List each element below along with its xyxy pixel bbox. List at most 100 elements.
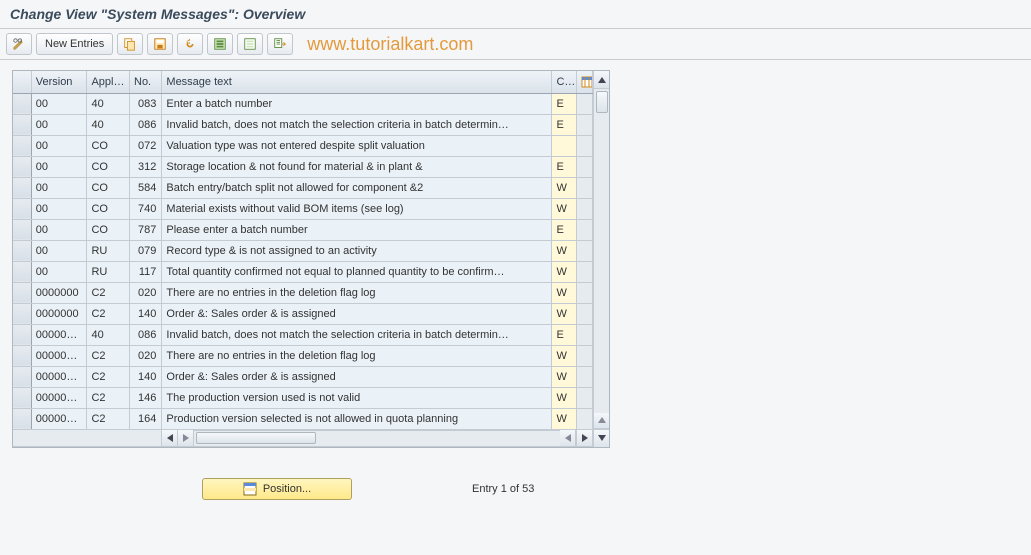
cell-message[interactable]: There are no entries in the deletion fla…: [162, 345, 552, 366]
cell-version[interactable]: 000000…: [31, 345, 87, 366]
row-selector[interactable]: [13, 303, 31, 324]
table-row[interactable]: 000000…C2164Production version selected …: [13, 408, 593, 429]
cell-cat[interactable]: W: [552, 408, 576, 429]
cell-appl[interactable]: CO: [87, 156, 130, 177]
table-row[interactable]: 0040083Enter a batch numberE: [13, 93, 593, 114]
cell-no[interactable]: 117: [130, 261, 162, 282]
cell-cat[interactable]: E: [552, 114, 576, 135]
cell-message[interactable]: Please enter a batch number: [162, 219, 552, 240]
table-row[interactable]: 00RU079Record type & is not assigned to …: [13, 240, 593, 261]
row-selector[interactable]: [13, 345, 31, 366]
toggle-edit-button[interactable]: [6, 33, 32, 55]
table-row[interactable]: 00RU117Total quantity confirmed not equa…: [13, 261, 593, 282]
cell-message[interactable]: Material exists without valid BOM items …: [162, 198, 552, 219]
table-row[interactable]: 00CO312Storage location & not found for …: [13, 156, 593, 177]
hscroll-track[interactable]: [194, 431, 560, 445]
cell-no[interactable]: 086: [130, 114, 162, 135]
row-selector[interactable]: [13, 366, 31, 387]
cell-message[interactable]: Batch entry/batch split not allowed for …: [162, 177, 552, 198]
cell-cat[interactable]: W: [552, 282, 576, 303]
table-row[interactable]: 000000…C2020There are no entries in the …: [13, 345, 593, 366]
cell-cat[interactable]: W: [552, 198, 576, 219]
cell-message[interactable]: Valuation type was not entered despite s…: [162, 135, 552, 156]
cell-no[interactable]: 140: [130, 366, 162, 387]
cell-appl[interactable]: RU: [87, 240, 130, 261]
vscroll-up-button[interactable]: [594, 71, 609, 89]
cell-version[interactable]: 00: [31, 177, 87, 198]
cell-cat[interactable]: E: [552, 156, 576, 177]
col-header-select[interactable]: [13, 71, 31, 93]
cell-no[interactable]: 072: [130, 135, 162, 156]
cell-version[interactable]: 00: [31, 93, 87, 114]
col-header-no[interactable]: No.: [130, 71, 162, 93]
cell-version[interactable]: 00: [31, 219, 87, 240]
table-row[interactable]: 00CO740Material exists without valid BOM…: [13, 198, 593, 219]
cell-cat[interactable]: E: [552, 219, 576, 240]
cell-version[interactable]: 00: [31, 156, 87, 177]
table-row[interactable]: 00CO787Please enter a batch numberE: [13, 219, 593, 240]
table-row[interactable]: 000000…C2140Order &: Sales order & is as…: [13, 366, 593, 387]
cell-no[interactable]: 079: [130, 240, 162, 261]
cell-message[interactable]: Order &: Sales order & is assigned: [162, 303, 552, 324]
cell-cat[interactable]: W: [552, 240, 576, 261]
table-row[interactable]: 00CO584Batch entry/batch split not allow…: [13, 177, 593, 198]
hscroll-left-button[interactable]: [162, 430, 178, 446]
cell-version[interactable]: 000000…: [31, 366, 87, 387]
cell-message[interactable]: Invalid batch, does not match the select…: [162, 324, 552, 345]
row-selector[interactable]: [13, 156, 31, 177]
cell-version[interactable]: 00: [31, 114, 87, 135]
row-selector[interactable]: [13, 282, 31, 303]
cell-cat[interactable]: [552, 135, 576, 156]
cell-message[interactable]: Record type & is not assigned to an acti…: [162, 240, 552, 261]
cell-no[interactable]: 140: [130, 303, 162, 324]
deselect-all-button[interactable]: [237, 33, 263, 55]
cell-message[interactable]: Invalid batch, does not match the select…: [162, 114, 552, 135]
save-button[interactable]: [147, 33, 173, 55]
output-button[interactable]: [267, 33, 293, 55]
table-row[interactable]: 0000000C2140Order &: Sales order & is as…: [13, 303, 593, 324]
hscroll-step-right-button[interactable]: [560, 430, 576, 446]
cell-no[interactable]: 740: [130, 198, 162, 219]
cell-cat[interactable]: W: [552, 366, 576, 387]
cell-appl[interactable]: CO: [87, 219, 130, 240]
col-header-version[interactable]: Version: [31, 71, 87, 93]
cell-appl[interactable]: C2: [87, 408, 130, 429]
cell-message[interactable]: Storage location & not found for materia…: [162, 156, 552, 177]
cell-version[interactable]: 000000…: [31, 387, 87, 408]
select-all-button[interactable]: [207, 33, 233, 55]
cell-cat[interactable]: W: [552, 345, 576, 366]
cell-cat[interactable]: W: [552, 303, 576, 324]
cell-no[interactable]: 787: [130, 219, 162, 240]
new-entries-button[interactable]: New Entries: [36, 33, 113, 55]
table-row[interactable]: 0040086Invalid batch, does not match the…: [13, 114, 593, 135]
row-selector[interactable]: [13, 93, 31, 114]
cell-version[interactable]: 00: [31, 240, 87, 261]
cell-cat[interactable]: E: [552, 324, 576, 345]
cell-version[interactable]: 00: [31, 261, 87, 282]
cell-no[interactable]: 584: [130, 177, 162, 198]
cell-appl[interactable]: 40: [87, 324, 130, 345]
row-selector[interactable]: [13, 261, 31, 282]
position-button[interactable]: Position...: [202, 478, 352, 500]
cell-message[interactable]: The production version used is not valid: [162, 387, 552, 408]
vscroll-thumb[interactable]: [596, 91, 608, 113]
hscroll-thumb[interactable]: [196, 432, 316, 444]
cell-message[interactable]: Total quantity confirmed not equal to pl…: [162, 261, 552, 282]
cell-no[interactable]: 083: [130, 93, 162, 114]
cell-appl[interactable]: RU: [87, 261, 130, 282]
cell-appl[interactable]: C2: [87, 387, 130, 408]
col-header-message[interactable]: Message text: [162, 71, 552, 93]
cell-cat[interactable]: W: [552, 177, 576, 198]
cell-cat[interactable]: W: [552, 387, 576, 408]
cell-version[interactable]: 000000…: [31, 324, 87, 345]
cell-no[interactable]: 086: [130, 324, 162, 345]
cell-appl[interactable]: 40: [87, 114, 130, 135]
table-row[interactable]: 000000…40086Invalid batch, does not matc…: [13, 324, 593, 345]
cell-appl[interactable]: 40: [87, 93, 130, 114]
cell-appl[interactable]: C2: [87, 303, 130, 324]
cell-no[interactable]: 146: [130, 387, 162, 408]
cell-appl[interactable]: CO: [87, 198, 130, 219]
table-row[interactable]: 0000000C2020There are no entries in the …: [13, 282, 593, 303]
cell-message[interactable]: Production version selected is not allow…: [162, 408, 552, 429]
cell-cat[interactable]: W: [552, 261, 576, 282]
